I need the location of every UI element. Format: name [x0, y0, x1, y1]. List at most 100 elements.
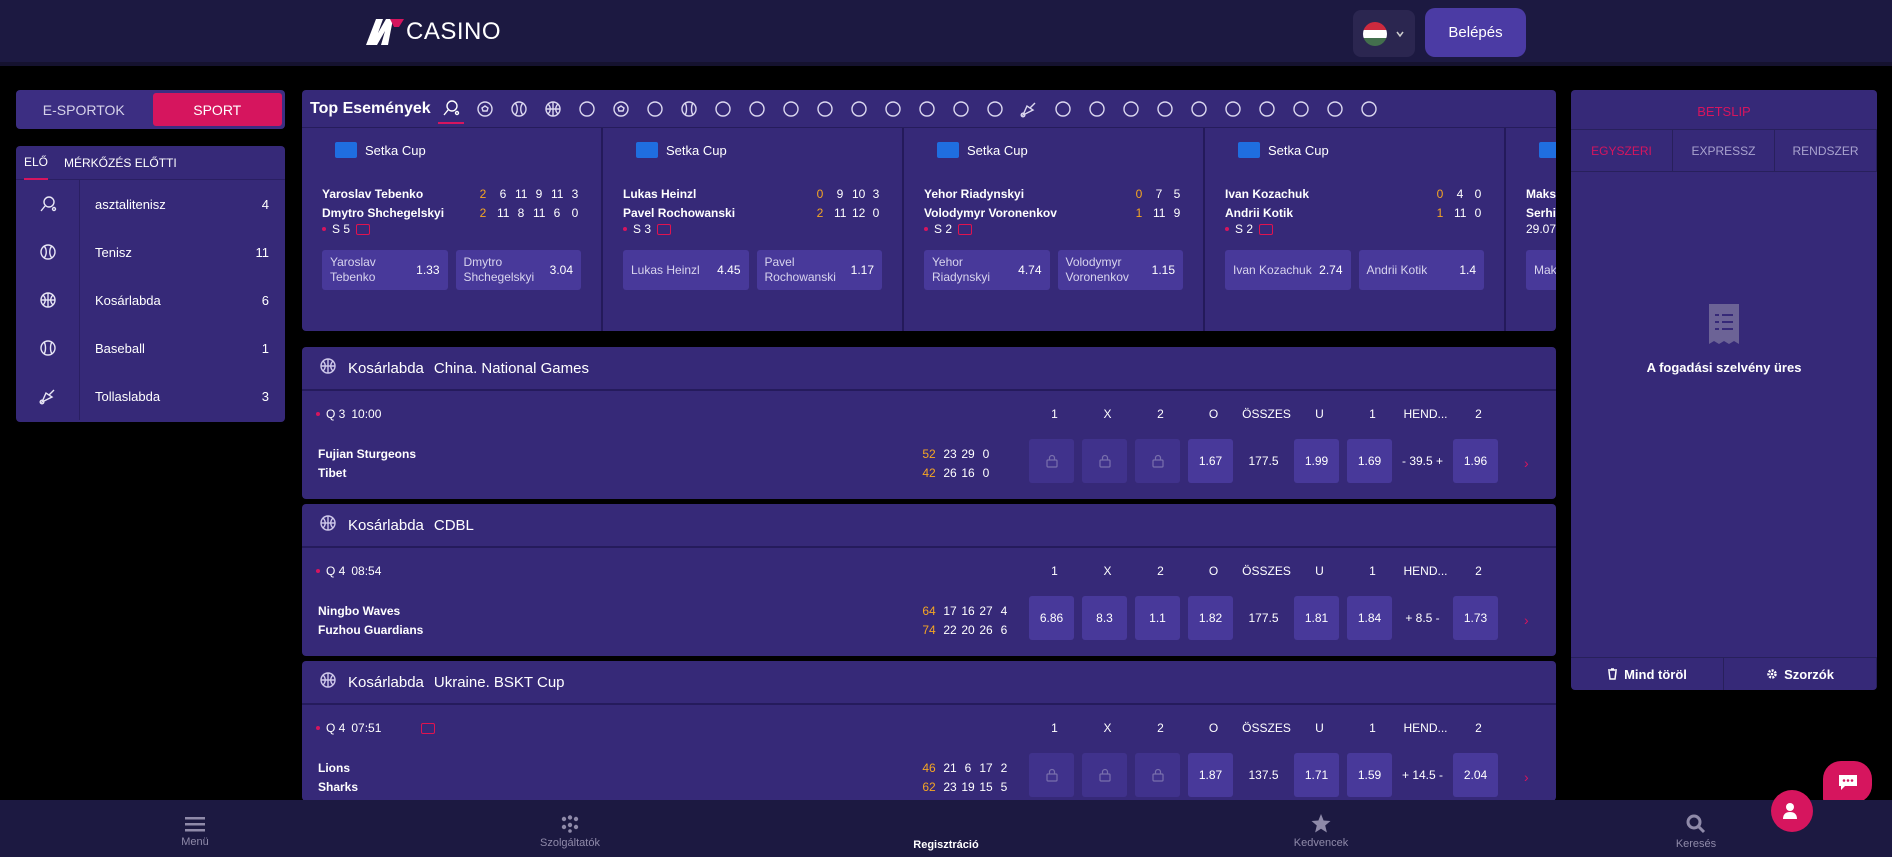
odd-button[interactable]: Pavel Rochowanski 1.17 — [756, 250, 882, 290]
nav-menu[interactable]: Menü — [95, 800, 295, 857]
tab-system[interactable]: RENDSZER — [1775, 130, 1877, 171]
sport-filter-generic[interactable] — [880, 94, 906, 124]
chevron-right-icon[interactable]: › — [1524, 455, 1529, 471]
odd-cell[interactable]: 8.3 — [1082, 596, 1127, 640]
odd-cell[interactable]: 1.69 — [1347, 439, 1392, 483]
chat-button[interactable] — [1823, 761, 1872, 803]
odd-button[interactable]: Dmytro Shchegelskyi 3.04 — [455, 250, 581, 290]
event-card[interactable]: Setka Cup Yaroslav Tebenko 2 6 11 9 11 3 Dmytro … — [302, 128, 603, 331]
nav-search-label: Keresés — [1675, 837, 1717, 850]
sport-filter-generic[interactable] — [710, 94, 736, 124]
odd-button[interactable]: Yaroslav Tebenko 1.33 — [322, 250, 448, 290]
sport-filter-generic[interactable] — [1288, 94, 1314, 124]
sport-filter-generic[interactable] — [1186, 94, 1212, 124]
odd-cell[interactable]: 1.99 — [1294, 439, 1339, 483]
odd-cell[interactable]: 1.84 — [1347, 596, 1392, 640]
sport-filter-generic[interactable] — [914, 94, 940, 124]
odds-settings-button[interactable]: Szorzók — [1724, 658, 1877, 690]
sport-filter-generic[interactable] — [812, 94, 838, 124]
odd-button[interactable]: Ivan Kozachuk 2.74 — [1225, 250, 1351, 290]
tv-icon[interactable] — [657, 223, 672, 235]
tv-icon[interactable] — [421, 722, 436, 734]
sport-filter-baseball-icon[interactable] — [676, 94, 702, 124]
sport-filter-football-icon[interactable] — [608, 94, 634, 124]
sport-filter-generic[interactable] — [1152, 94, 1178, 124]
odd-cell[interactable]: 6.86 — [1029, 596, 1074, 640]
lock-icon — [1098, 768, 1111, 782]
sport-filter-generic[interactable] — [1356, 94, 1382, 124]
odd-cell[interactable]: 1.87 — [1188, 753, 1233, 797]
sport-item-baseball[interactable]: Baseball 1 — [16, 324, 285, 372]
sport-filter-generic[interactable] — [846, 94, 872, 124]
basketball-icon — [318, 513, 338, 537]
sport-filter-generic[interactable] — [574, 94, 600, 124]
odd-cell[interactable]: 2.04 — [1453, 753, 1498, 797]
chevron-right-icon[interactable]: › — [1524, 612, 1529, 628]
sport-filter-generic[interactable] — [1220, 94, 1246, 124]
login-button[interactable]: Belépés — [1425, 8, 1526, 57]
tab-single[interactable]: EGYSZERI — [1571, 130, 1673, 171]
sport-filter-generic[interactable] — [982, 94, 1008, 124]
sport-filter-generic[interactable] — [744, 94, 770, 124]
odd-cell[interactable]: 1.71 — [1294, 753, 1339, 797]
set-score: 11 — [1454, 205, 1467, 220]
match-league-header[interactable]: Kosárlabda CDBL — [302, 504, 1556, 548]
odd-button[interactable]: Andrii Kotik 1.4 — [1358, 250, 1484, 290]
odd-cell[interactable]: 1.59 — [1347, 753, 1392, 797]
event-card[interactable]: Setka Cup Ivan Kozachuk 0 4 0 Andrii Kotik 1 11… — [1205, 128, 1506, 331]
sport-item-tollaslabda[interactable]: Tollaslabda 3 — [16, 372, 285, 420]
live-dot-icon — [322, 227, 326, 231]
odd-button[interactable]: Mak — [1526, 250, 1556, 290]
event-card[interactable]: Setka Cup Yehor Riadynskyi 0 7 5 Volodymyr Vo… — [904, 128, 1205, 331]
sport-filter-badminton-icon[interactable] — [1016, 94, 1042, 124]
event-card-partial[interactable]: Maks Serhi 29.07 Mak — [1506, 128, 1556, 331]
sport-filter-generic[interactable] — [1322, 94, 1348, 124]
sport-filter-football-icon[interactable] — [472, 94, 498, 124]
sport-filter-generic[interactable] — [778, 94, 804, 124]
logo[interactable]: CASINO — [366, 18, 501, 46]
event-card[interactable]: Setka Cup Lukas Heinzl 0 9 10 3 Pavel Rochowan… — [603, 128, 904, 331]
tv-icon[interactable] — [1259, 223, 1274, 235]
tv-icon[interactable] — [356, 223, 371, 235]
sport-filter-generic[interactable] — [1254, 94, 1280, 124]
tab-esports[interactable]: E-SPORTOK — [19, 93, 149, 126]
tv-icon[interactable] — [958, 223, 973, 235]
odd-cell[interactable]: 1.1 — [1135, 596, 1180, 640]
nav-search[interactable]: Keresés — [1596, 800, 1796, 857]
match-league-header[interactable]: Kosárlabda Ukraine. BSKT Cup — [302, 661, 1556, 705]
live-dot-icon — [316, 726, 320, 730]
odd-cell[interactable]: 1.82 — [1188, 596, 1233, 640]
odd-cell[interactable]: 1.96 — [1453, 439, 1498, 483]
tab-prematch[interactable]: MÉRKŐZÉS ELŐTTI — [64, 146, 177, 180]
clear-all-button[interactable]: Mind töröl — [1571, 658, 1724, 690]
language-selector[interactable] — [1353, 10, 1415, 57]
nav-providers[interactable]: Szolgáltatók — [470, 800, 670, 857]
odd-cell[interactable]: 1.81 — [1294, 596, 1339, 640]
tab-sport[interactable]: SPORT — [152, 93, 282, 126]
match-league-header[interactable]: Kosárlabda China. National Games — [302, 347, 1556, 391]
tab-live[interactable]: ELŐ — [24, 146, 49, 180]
odd-button[interactable]: Volodymyr Voronenkov 1.15 — [1057, 250, 1183, 290]
sport-filter-generic[interactable] — [1084, 94, 1110, 124]
nav-register[interactable]: Regisztráció — [846, 790, 1813, 857]
sport-item-tenisz[interactable]: Tenisz 11 — [16, 228, 285, 276]
sport-filter-tennis-icon[interactable] — [506, 94, 532, 124]
lock-icon — [1045, 454, 1058, 468]
period: Q 4 — [326, 564, 346, 578]
tab-express[interactable]: EXPRESSZ — [1673, 130, 1775, 171]
nav-favorites[interactable]: Kedvencek — [1221, 800, 1421, 857]
odd-button[interactable]: Lukas Heinzl 4.45 — [623, 250, 749, 290]
sport-filter-generic[interactable] — [1118, 94, 1144, 124]
odd-cell[interactable]: 1.73 — [1453, 596, 1498, 640]
sport-filter-basketball-icon[interactable] — [540, 94, 566, 124]
chevron-right-icon[interactable]: › — [1524, 769, 1529, 785]
event-cards: Setka Cup Yaroslav Tebenko 2 6 11 9 11 3 Dmytro … — [302, 128, 1556, 331]
sport-item-asztalitenisz[interactable]: asztalitenisz 4 — [16, 180, 285, 228]
odd-cell[interactable]: 1.67 — [1188, 439, 1233, 483]
sport-item-kosárlabda[interactable]: Kosárlabda 6 — [16, 276, 285, 324]
sport-filter-table-tennis-icon[interactable] — [438, 94, 464, 124]
odd-button[interactable]: Yehor Riadynskyi 4.74 — [924, 250, 1050, 290]
sport-filter-generic[interactable] — [948, 94, 974, 124]
sport-filter-generic[interactable] — [642, 94, 668, 124]
sport-filter-generic[interactable] — [1050, 94, 1076, 124]
